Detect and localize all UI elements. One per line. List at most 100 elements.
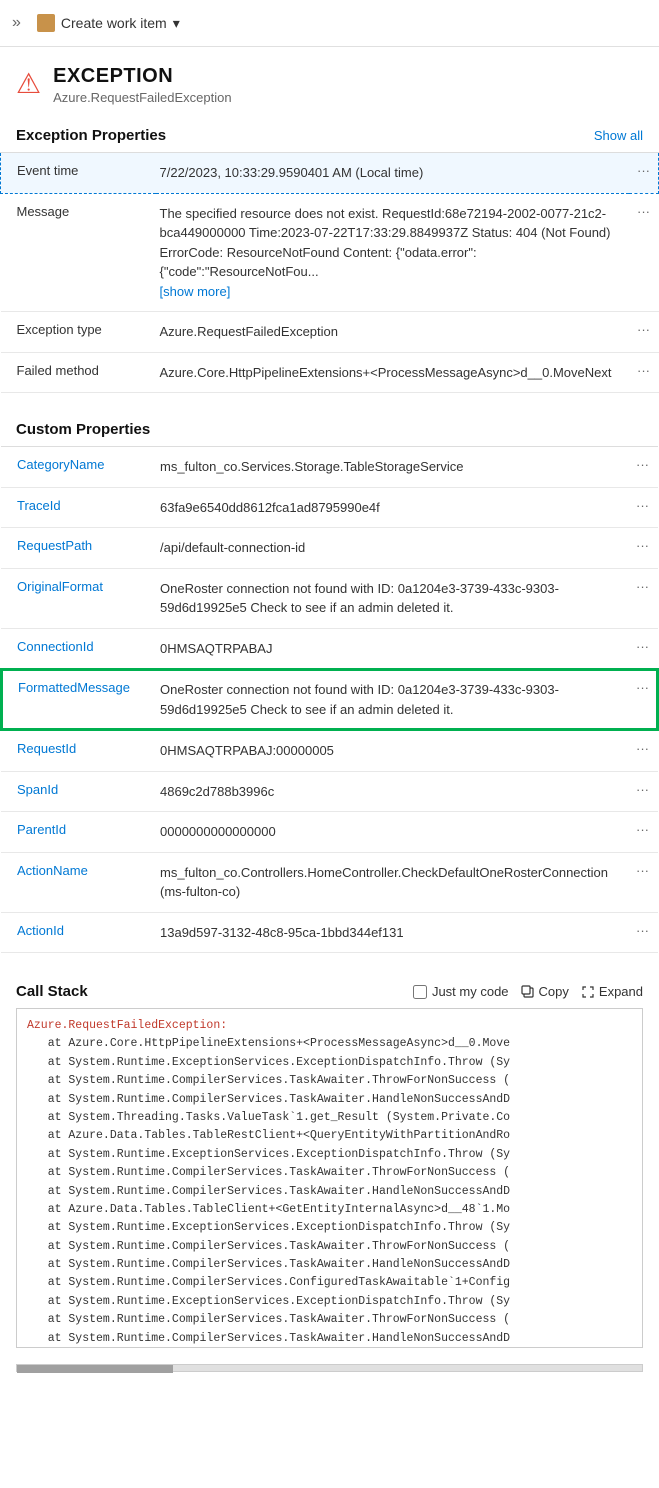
copy-button[interactable]: Copy xyxy=(521,984,569,999)
call-stack-title: Call Stack xyxy=(16,983,88,1000)
call-stack-controls: Just my code Copy Expand xyxy=(413,984,643,999)
prop-menu-parent-id[interactable]: ··· xyxy=(628,812,658,853)
stack-line: at Azure.Core.HttpPipelineExtensions+<Pr… xyxy=(27,1035,632,1053)
stack-line: at System.Runtime.CompilerServices.TaskA… xyxy=(27,1164,632,1182)
custom-properties-header: Custom Properties xyxy=(0,411,659,446)
prop-val-request-path: /api/default-connection-id xyxy=(156,528,628,569)
stack-line: at System.Runtime.ExceptionServices.Exce… xyxy=(27,1293,632,1311)
table-row: Failed method Azure.Core.HttpPipelineExt… xyxy=(1,352,659,393)
table-row: ActionId 13a9d597-3132-48c8-95ca-1bbd344… xyxy=(1,912,658,953)
expand-icon xyxy=(581,985,595,999)
prop-key-action-name: ActionName xyxy=(1,852,156,912)
prop-val-event-time: 7/22/2023, 10:33:29.9590401 AM (Local ti… xyxy=(156,153,630,194)
exception-properties-title: Exception Properties xyxy=(16,127,166,144)
stack-line: at System.Runtime.CompilerServices.TaskA… xyxy=(27,1183,632,1201)
prop-menu-trace-id[interactable]: ··· xyxy=(628,487,658,528)
copy-icon xyxy=(521,985,535,999)
prop-val-category-name: ms_fulton_co.Services.Storage.TableStora… xyxy=(156,447,628,488)
table-row-formatted-message: FormattedMessage OneRoster connection no… xyxy=(1,669,658,730)
prop-menu-category-name[interactable]: ··· xyxy=(628,447,658,488)
prop-menu-exception-type[interactable]: ··· xyxy=(629,312,659,353)
table-row: TraceId 63fa9e6540dd8612fca1ad8795990e4f… xyxy=(1,487,658,528)
exception-header: ⚠ EXCEPTION Azure.RequestFailedException xyxy=(0,47,659,117)
horizontal-scrollbar[interactable] xyxy=(16,1364,643,1372)
prop-val-exception-type: Azure.RequestFailedException xyxy=(156,312,630,353)
prop-val-message: The specified resource does not exist. R… xyxy=(156,193,630,312)
table-row: OriginalFormat OneRoster connection not … xyxy=(1,568,658,628)
stack-line: at Azure.Data.Tables.TableClient+<GetEnt… xyxy=(27,1201,632,1219)
prop-key-request-id: RequestId xyxy=(1,730,156,771)
call-stack-section: Call Stack Just my code Copy Expand xyxy=(0,971,659,1372)
call-stack-header: Call Stack Just my code Copy Expand xyxy=(0,971,659,1008)
prop-menu-formatted-message[interactable]: ··· xyxy=(628,669,658,730)
exception-properties-header: Exception Properties Show all xyxy=(0,117,659,152)
table-row: RequestPath /api/default-connection-id ·… xyxy=(1,528,658,569)
call-stack-box[interactable]: Azure.RequestFailedException: at Azure.C… xyxy=(16,1008,643,1348)
table-row: Event time 7/22/2023, 10:33:29.9590401 A… xyxy=(1,153,659,194)
stack-line: at Azure.Data.Tables.TableRestClient+<Qu… xyxy=(27,1127,632,1145)
prop-key-parent-id: ParentId xyxy=(1,812,156,853)
exception-info: EXCEPTION Azure.RequestFailedException xyxy=(53,65,232,105)
just-my-code-label[interactable]: Just my code xyxy=(413,984,509,999)
table-row: ConnectionId 0HMSAQTRPABAJ ··· xyxy=(1,628,658,669)
stack-line: at System.Runtime.CompilerServices.Confi… xyxy=(27,1274,632,1292)
show-all-button[interactable]: Show all xyxy=(594,128,643,143)
prop-key-formatted-message: FormattedMessage xyxy=(1,669,156,730)
stack-line: at System.Runtime.ExceptionServices.Exce… xyxy=(27,1146,632,1164)
prop-val-parent-id: 0000000000000000 xyxy=(156,812,628,853)
create-work-item-button[interactable]: Create work item ▾ xyxy=(31,10,186,36)
prop-menu-request-path[interactable]: ··· xyxy=(628,528,658,569)
prop-val-trace-id: 63fa9e6540dd8612fca1ad8795990e4f xyxy=(156,487,628,528)
prop-val-formatted-message: OneRoster connection not found with ID: … xyxy=(156,669,628,730)
exception-subtitle: Azure.RequestFailedException xyxy=(53,90,232,105)
prop-key-request-path: RequestPath xyxy=(1,528,156,569)
prop-menu-original-format[interactable]: ··· xyxy=(628,568,658,628)
just-my-code-checkbox[interactable] xyxy=(413,985,427,999)
nav-chevron[interactable]: » xyxy=(12,14,21,32)
prop-key-connection-id: ConnectionId xyxy=(1,628,156,669)
prop-menu-connection-id[interactable]: ··· xyxy=(628,628,658,669)
exception-title: EXCEPTION xyxy=(53,65,232,88)
stack-line: at System.Runtime.CompilerServices.TaskA… xyxy=(27,1311,632,1329)
prop-menu-span-id[interactable]: ··· xyxy=(628,771,658,812)
alert-icon: ⚠ xyxy=(16,67,41,100)
prop-key-original-format: OriginalFormat xyxy=(1,568,156,628)
just-my-code-text: Just my code xyxy=(432,984,509,999)
prop-key-trace-id: TraceId xyxy=(1,487,156,528)
prop-val-failed-method: Azure.Core.HttpPipelineExtensions+<Proce… xyxy=(156,352,630,393)
prop-key-action-id: ActionId xyxy=(1,912,156,953)
custom-properties-title: Custom Properties xyxy=(16,421,150,438)
prop-key-message: Message xyxy=(1,193,156,312)
show-more-link[interactable]: [show more] xyxy=(160,284,231,299)
stack-line: at System.Threading.Tasks.ValueTask`1.ge… xyxy=(27,1109,632,1127)
table-row: Exception type Azure.RequestFailedExcept… xyxy=(1,312,659,353)
custom-properties-table: CategoryName ms_fulton_co.Services.Stora… xyxy=(0,446,659,953)
prop-val-span-id: 4869c2d788b3996c xyxy=(156,771,628,812)
prop-val-connection-id: 0HMSAQTRPABAJ xyxy=(156,628,628,669)
prop-menu-event-time[interactable]: ··· xyxy=(629,153,659,194)
prop-menu-action-name[interactable]: ··· xyxy=(628,852,658,912)
prop-key-event-time: Event time xyxy=(1,153,156,194)
prop-key-category-name: CategoryName xyxy=(1,447,156,488)
expand-button[interactable]: Expand xyxy=(581,984,643,999)
top-bar: » Create work item ▾ xyxy=(0,0,659,47)
prop-val-original-format: OneRoster connection not found with ID: … xyxy=(156,568,628,628)
table-row: RequestId 0HMSAQTRPABAJ:00000005 ··· xyxy=(1,730,658,771)
prop-key-span-id: SpanId xyxy=(1,771,156,812)
table-row: Message The specified resource does not … xyxy=(1,193,659,312)
prop-val-action-name: ms_fulton_co.Controllers.HomeController.… xyxy=(156,852,628,912)
stack-line: at System.Runtime.ExceptionServices.Exce… xyxy=(27,1219,632,1237)
stack-line: at System.Runtime.CompilerServices.TaskA… xyxy=(27,1072,632,1090)
prop-menu-request-id[interactable]: ··· xyxy=(628,730,658,771)
table-row: SpanId 4869c2d788b3996c ··· xyxy=(1,771,658,812)
create-work-item-label: Create work item xyxy=(61,15,167,31)
prop-key-failed-method: Failed method xyxy=(1,352,156,393)
prop-val-action-id: 13a9d597-3132-48c8-95ca-1bbd344ef131 xyxy=(156,912,628,953)
prop-menu-message[interactable]: ··· xyxy=(629,193,659,312)
table-row: CategoryName ms_fulton_co.Services.Stora… xyxy=(1,447,658,488)
prop-key-exception-type: Exception type xyxy=(1,312,156,353)
prop-menu-action-id[interactable]: ··· xyxy=(628,912,658,953)
prop-menu-failed-method[interactable]: ··· xyxy=(629,352,659,393)
stack-line: at System.Runtime.ExceptionServices.Exce… xyxy=(27,1054,632,1072)
table-row: ParentId 0000000000000000 ··· xyxy=(1,812,658,853)
